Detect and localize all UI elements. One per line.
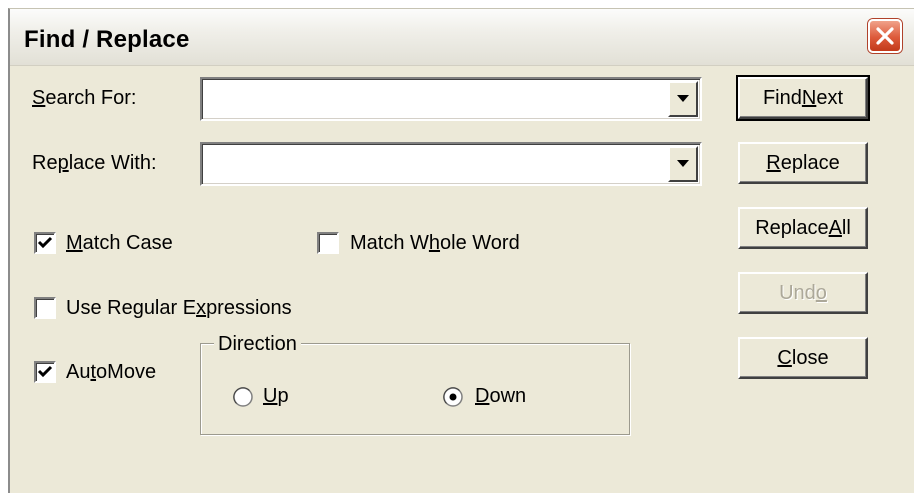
search-input[interactable] (206, 83, 664, 115)
close-window-button[interactable] (868, 19, 902, 53)
replace-all-button[interactable]: Replace All (738, 207, 868, 249)
search-for-label: Search For: (32, 87, 137, 109)
use-regex-checkbox[interactable] (34, 297, 56, 319)
direction-down-radio[interactable] (442, 386, 464, 408)
use-regex-label[interactable]: Use Regular Expressions (66, 297, 292, 320)
close-icon (876, 27, 894, 45)
chevron-down-icon (677, 160, 689, 167)
chevron-down-icon (677, 95, 689, 102)
checkmark-icon (37, 365, 53, 378)
find-replace-dialog: Find / Replace Search For: Replace With:… (8, 8, 914, 493)
direction-up-label[interactable]: Up (263, 385, 289, 408)
automove-checkbox[interactable] (34, 361, 56, 383)
replace-input[interactable] (206, 148, 664, 180)
radio-dot-icon (449, 393, 457, 401)
replace-dropdown-button[interactable] (668, 146, 698, 182)
search-for-combo[interactable] (200, 77, 702, 121)
dialog-title: Find / Replace (24, 26, 190, 53)
undo-button[interactable]: Und o (738, 272, 868, 314)
automove-label[interactable]: AutoMove (66, 361, 156, 384)
title-bar[interactable]: Find / Replace (10, 9, 914, 66)
search-dropdown-button[interactable] (668, 81, 698, 117)
find-next-button[interactable]: Find Next (736, 75, 870, 121)
replace-with-label: Replace With: (32, 152, 157, 174)
match-whole-word-checkbox[interactable] (317, 232, 339, 254)
close-button[interactable]: Close (738, 337, 868, 379)
match-case-label[interactable]: Match Case (66, 232, 173, 255)
match-whole-word-label[interactable]: Match Whole Word (350, 232, 520, 255)
checkmark-icon (37, 236, 53, 249)
direction-legend: Direction (214, 333, 301, 356)
replace-with-combo[interactable] (200, 142, 702, 186)
direction-up-radio[interactable] (232, 386, 254, 408)
match-case-checkbox[interactable] (34, 232, 56, 254)
direction-down-label[interactable]: Down (475, 385, 526, 408)
replace-button[interactable]: Replace (738, 142, 868, 184)
